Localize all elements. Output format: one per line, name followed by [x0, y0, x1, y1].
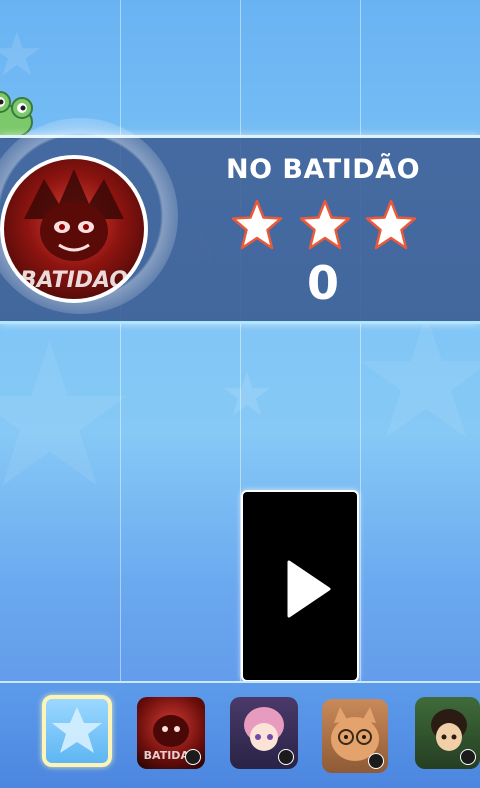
score-value: 0 [306, 256, 339, 310]
song-thumb-batidao[interactable]: BATIDAO [137, 697, 205, 769]
song-thumb-star-pack[interactable] [42, 695, 112, 767]
play-icon [287, 560, 331, 618]
lock-icon [460, 749, 476, 765]
rating-stars [230, 198, 420, 254]
background-star-icon: ★ [0, 20, 44, 90]
background-star-icon: ★ [0, 300, 140, 533]
lane-divider [120, 0, 121, 681]
star-icon [231, 199, 283, 250]
character-art-icon: BATIDAO [20, 169, 128, 293]
svg-text:BATIDAO: BATIDAO [20, 268, 128, 293]
star-icon [52, 707, 102, 753]
song-title: NO BATIDÃO [225, 154, 421, 185]
song-thumb-cat[interactable] [322, 699, 388, 773]
song-cover-avatar: BATIDAO [0, 155, 148, 303]
lock-icon [185, 749, 201, 765]
star-icon [299, 199, 351, 250]
lock-icon [368, 753, 384, 769]
star-icon [365, 199, 417, 250]
lock-icon [278, 749, 294, 765]
song-thumb-boy[interactable] [415, 697, 480, 769]
lane-divider [360, 0, 361, 681]
song-thumb-anime-girl[interactable] [230, 697, 298, 769]
start-tile[interactable] [241, 490, 359, 682]
background-star-icon: ★ [220, 360, 274, 430]
